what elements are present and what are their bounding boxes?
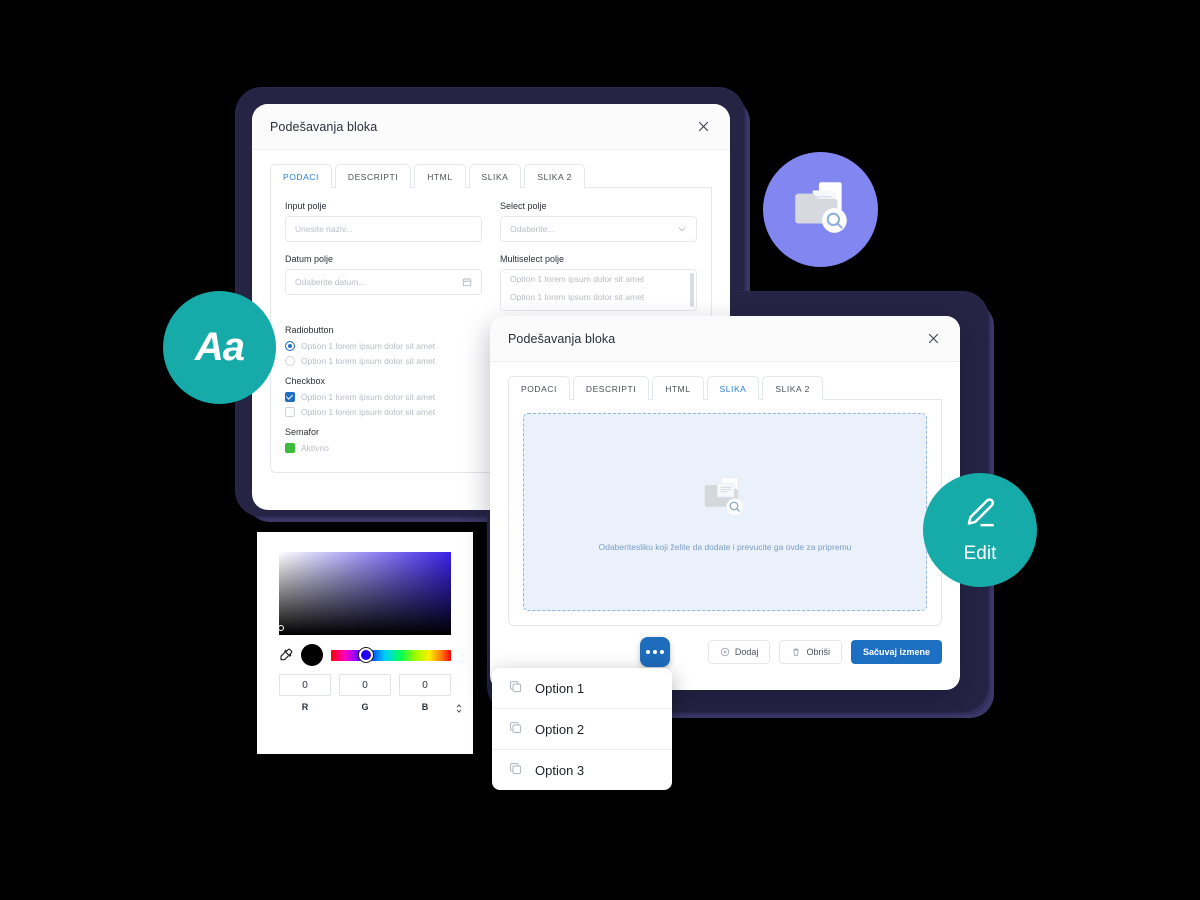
typography-badge-label: Aa bbox=[194, 325, 245, 369]
delete-button-label: Obriši bbox=[806, 647, 830, 657]
input-polje-label: Input polje bbox=[285, 201, 327, 211]
save-button-label: Sačuvaj izmene bbox=[862, 647, 930, 657]
dialog2-header: Podešavanja bloka bbox=[490, 316, 960, 362]
menu-item-option-1[interactable]: Option 1 bbox=[492, 668, 672, 709]
tab-slika[interactable]: SLIKA bbox=[706, 376, 760, 400]
eyedropper-icon[interactable] bbox=[279, 648, 293, 662]
edit-badge: Edit bbox=[923, 473, 1037, 587]
format-stepper-icon[interactable] bbox=[455, 702, 463, 717]
add-button[interactable]: Dodaj bbox=[707, 640, 771, 664]
menu-item-label: Option 2 bbox=[535, 721, 585, 737]
copy-icon bbox=[508, 679, 523, 697]
calendar-icon bbox=[462, 277, 472, 287]
select-polje-field: Select polje Odaberite... bbox=[500, 201, 697, 242]
menu-item-label: Option 1 bbox=[535, 680, 585, 696]
green-label: G bbox=[361, 702, 369, 712]
saturation-value-area[interactable] bbox=[278, 552, 451, 635]
image-dropzone[interactable]: Odaberitesliku koji želite da dodate i p… bbox=[523, 413, 927, 611]
tab-slika[interactable]: SLIKA bbox=[468, 164, 522, 188]
dialog1-title: Podešavanja bloka bbox=[270, 119, 378, 134]
tab-descripti[interactable]: DESCRIPTI bbox=[572, 376, 650, 400]
tab-slika-2[interactable]: SLIKA 2 bbox=[762, 376, 823, 400]
multiselect-scrollbar[interactable] bbox=[690, 273, 694, 307]
chevron-down-icon bbox=[677, 224, 687, 234]
edit-badge-label: Edit bbox=[963, 543, 997, 564]
dialog1-header: Podešavanja bloka bbox=[252, 104, 730, 150]
hue-slider-handle[interactable] bbox=[358, 648, 373, 662]
list-item[interactable]: Option 1 lorem ipsum dolor sit amet bbox=[501, 288, 696, 306]
datum-polje-placeholder: Odaberite datum... bbox=[295, 277, 366, 287]
dialog2-body: PODACI DESCRIPTI HTML SLIKA SLIKA 2 Odab… bbox=[490, 362, 960, 626]
multiselect-polje-field: Multiselect polje Option 1 lorem ipsum d… bbox=[500, 254, 697, 311]
color-picker-controls bbox=[279, 644, 451, 666]
dialog2-tab-panel: Odaberitesliku koji želite da dodate i p… bbox=[508, 399, 942, 626]
radio-option-1-label: Option 1 lorem ipsum dolor sit amet bbox=[301, 341, 436, 351]
semafor-status-label: Aktivno bbox=[301, 443, 329, 453]
input-polje-input[interactable]: Unesite naziv... bbox=[285, 216, 482, 242]
tab-html[interactable]: HTML bbox=[652, 376, 704, 400]
context-menu: Option 1 Option 2 Option 3 bbox=[492, 668, 672, 790]
red-label: R bbox=[301, 702, 309, 712]
saturation-handle[interactable] bbox=[278, 625, 284, 631]
tab-podaci[interactable]: PODACI bbox=[508, 376, 570, 400]
delete-button[interactable]: Obriši bbox=[779, 640, 842, 664]
tab-html[interactable]: HTML bbox=[414, 164, 466, 188]
menu-item-option-2[interactable]: Option 2 bbox=[492, 709, 672, 750]
radio-icon[interactable] bbox=[285, 356, 295, 366]
checkbox-icon[interactable] bbox=[285, 392, 295, 402]
datum-polje-field: Datum polje Odaberite datum... bbox=[285, 254, 482, 311]
dialog2-title: Podešavanja bloka bbox=[508, 331, 616, 346]
more-horizontal-icon[interactable] bbox=[640, 637, 670, 667]
radio-option-2-label: Option 1 lorem ipsum dolor sit amet bbox=[301, 356, 436, 366]
dialog2-tabs: PODACI DESCRIPTI HTML SLIKA SLIKA 2 bbox=[508, 376, 942, 400]
pencil-icon bbox=[961, 495, 999, 539]
copy-icon bbox=[508, 761, 523, 779]
save-button[interactable]: Sačuvaj izmene bbox=[850, 640, 942, 664]
list-item[interactable]: Option 1 lorem ipsum dolor sit amet bbox=[501, 270, 696, 288]
copy-icon bbox=[508, 720, 523, 738]
blue-input[interactable]: 0 bbox=[399, 674, 451, 696]
green-input[interactable]: 0 bbox=[339, 674, 391, 696]
close-icon[interactable] bbox=[924, 330, 942, 348]
menu-item-label: Option 3 bbox=[535, 762, 585, 778]
dialog2-footer: Dodaj Obriši Sačuvaj izmene bbox=[490, 626, 960, 664]
select-polje-select[interactable]: Odaberite... bbox=[500, 216, 697, 242]
input-polje-placeholder: Unesite naziv... bbox=[295, 224, 353, 234]
hue-slider[interactable] bbox=[331, 648, 451, 662]
tab-podaci[interactable]: PODACI bbox=[270, 164, 332, 188]
blue-label: B bbox=[421, 702, 429, 712]
folder-badge bbox=[763, 152, 878, 267]
close-icon[interactable] bbox=[694, 118, 712, 136]
radio-icon[interactable] bbox=[285, 341, 295, 351]
status-badge bbox=[285, 443, 295, 453]
green-channel: 0 G bbox=[339, 674, 391, 712]
folder-search-icon bbox=[701, 473, 749, 526]
red-channel: 0 R bbox=[279, 674, 331, 712]
tab-slika-2[interactable]: SLIKA 2 bbox=[524, 164, 585, 188]
folder-search-icon bbox=[788, 174, 854, 245]
multiselect-polje-label: Multiselect polje bbox=[500, 254, 565, 264]
input-polje-field: Input polje Unesite naziv... bbox=[285, 201, 482, 242]
typography-badge: Aa bbox=[163, 291, 276, 404]
select-polje-label: Select polje bbox=[500, 201, 547, 211]
checkbox-option-1-label: Option 1 lorem ipsum dolor sit amet bbox=[301, 392, 436, 402]
screenshot-root: Podešavanja bloka PODACI DESCRIPTI HTML … bbox=[0, 0, 1200, 900]
dialog1-tabs: PODACI DESCRIPTI HTML SLIKA SLIKA 2 bbox=[270, 164, 712, 188]
red-input[interactable]: 0 bbox=[279, 674, 331, 696]
checkbox-option-2-label: Option 1 lorem ipsum dolor sit amet bbox=[301, 407, 436, 417]
checkbox-icon[interactable] bbox=[285, 407, 295, 417]
block-settings-dialog-2: Podešavanja bloka PODACI DESCRIPTI HTML … bbox=[490, 316, 960, 690]
tab-descripti[interactable]: DESCRIPTI bbox=[334, 164, 412, 188]
multiselect-polje-list[interactable]: Option 1 lorem ipsum dolor sit amet Opti… bbox=[500, 269, 697, 311]
add-button-label: Dodaj bbox=[734, 647, 759, 657]
blue-channel: 0 B bbox=[399, 674, 462, 713]
rgb-inputs: 0 R 0 G 0 B bbox=[279, 674, 462, 713]
menu-item-option-3[interactable]: Option 3 bbox=[492, 750, 672, 790]
current-color-swatch bbox=[301, 644, 323, 666]
color-picker-panel: 0 R 0 G 0 B bbox=[257, 532, 473, 754]
datum-polje-input[interactable]: Odaberite datum... bbox=[285, 269, 482, 295]
select-polje-placeholder: Odaberite... bbox=[510, 224, 555, 234]
datum-polje-label: Datum polje bbox=[285, 254, 334, 264]
dropzone-text: Odaberitesliku koji želite da dodate i p… bbox=[598, 541, 852, 552]
